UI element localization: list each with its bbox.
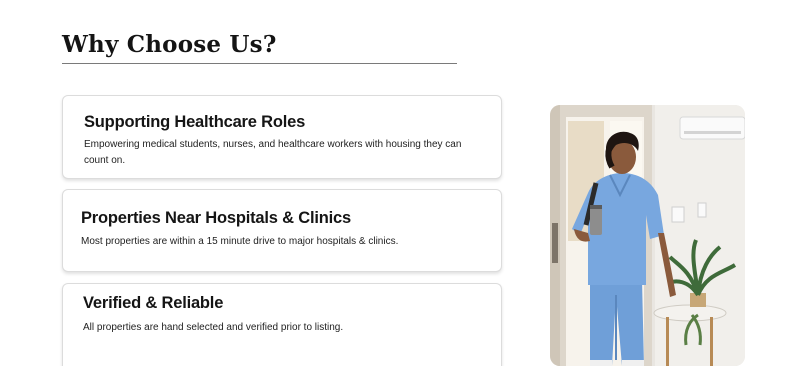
section-title: Why Choose Us? [62,31,277,59]
feature-card-verified: Verified & Reliable All properties are h… [62,283,502,366]
feature-card-healthcare-roles: Supporting Healthcare Roles Empowering m… [62,95,502,179]
feature-description: All properties are hand selected and ver… [83,322,344,333]
feature-title: Properties Near Hospitals & Clinics [81,209,351,227]
feature-description: Most properties are within a 15 minute d… [81,236,399,247]
feature-title: Supporting Healthcare Roles [84,113,306,131]
feature-title: Verified & Reliable [83,294,224,312]
feature-description: Empowering medical students, nurses, and… [84,139,462,166]
title-divider [62,63,457,64]
feature-card-near-hospitals: Properties Near Hospitals & Clinics Most… [62,189,502,272]
nurse-photo [550,105,745,366]
